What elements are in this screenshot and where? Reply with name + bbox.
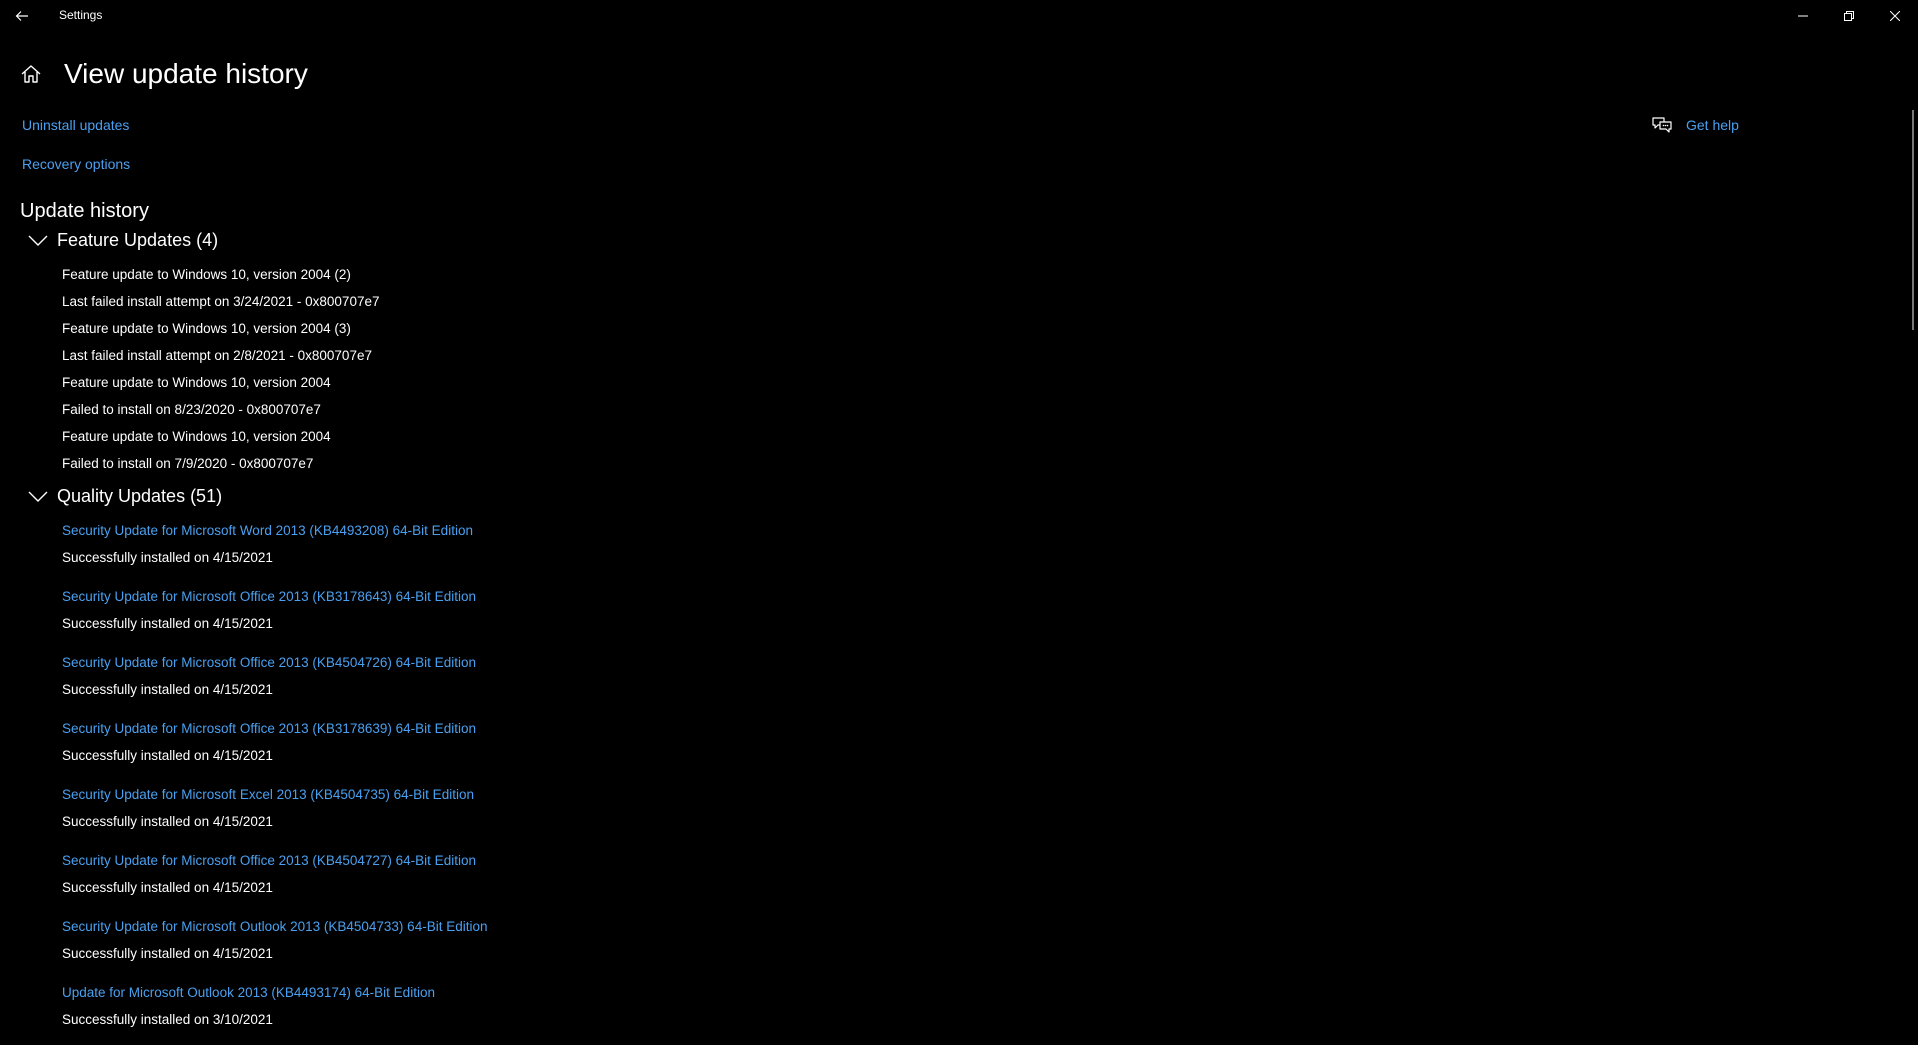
back-arrow-icon (15, 11, 28, 21)
list-item: Security Update for Microsoft Office 201… (62, 583, 487, 649)
feature-update-status: Failed to install on 8/23/2020 - 0x80070… (62, 402, 321, 417)
chevron-down-icon (28, 235, 48, 246)
scrollbar-thumb[interactable] (1912, 110, 1914, 330)
uninstall-updates-link[interactable]: Uninstall updates (22, 117, 129, 133)
minimize-button[interactable] (1780, 0, 1826, 32)
feature-update-name: Feature update to Windows 10, version 20… (62, 321, 351, 336)
get-help-link[interactable]: Get help (1686, 117, 1739, 133)
quality-update-link[interactable]: Security Update for Microsoft Office 201… (62, 649, 487, 676)
quality-update-link[interactable]: Security Update for Microsoft Office 201… (62, 583, 487, 610)
feature-update-status: Failed to install on 7/9/2020 - 0x800707… (62, 456, 314, 471)
feature-update-status: Last failed install attempt on 3/24/2021… (62, 294, 380, 309)
quality-update-link[interactable]: Update for Microsoft Outlook 2013 (KB449… (62, 979, 487, 1006)
quality-update-link[interactable]: Security Update for Microsoft Office 201… (62, 715, 487, 742)
close-button[interactable] (1872, 0, 1918, 32)
quality-update-status: Successfully installed on 4/15/2021 (62, 880, 273, 895)
close-icon (1890, 11, 1900, 21)
list-item: Update for Microsoft Outlook 2013 (KB449… (62, 979, 487, 1045)
quality-update-status: Successfully installed on 4/15/2021 (62, 814, 273, 829)
minimize-icon (1798, 15, 1808, 17)
feature-updates-header[interactable]: Feature Updates (4) (28, 230, 218, 251)
chevron-down-icon (28, 491, 48, 502)
app-title: Settings (59, 8, 103, 22)
feature-update-status: Last failed install attempt on 2/8/2021 … (62, 348, 372, 363)
chat-help-icon (1652, 117, 1672, 133)
get-help[interactable]: Get help (1652, 115, 1739, 135)
quality-update-status: Successfully installed on 4/15/2021 (62, 616, 273, 631)
quality-updates-header[interactable]: Quality Updates (51) (28, 486, 222, 507)
quality-update-link[interactable]: Security Update for Microsoft Word 2013 … (62, 517, 487, 544)
quality-update-status: Successfully installed on 4/15/2021 (62, 550, 273, 565)
home-button[interactable] (20, 62, 44, 86)
quality-update-status: Successfully installed on 4/15/2021 (62, 748, 273, 763)
feature-update-name: Feature update to Windows 10, version 20… (62, 267, 351, 282)
quality-updates-list: Security Update for Microsoft Word 2013 … (62, 517, 487, 1045)
page-header: View update history (20, 52, 308, 96)
quality-update-status: Successfully installed on 3/10/2021 (62, 1012, 273, 1027)
list-item: Security Update for Microsoft Excel 2013… (62, 781, 487, 847)
quality-updates-title: Quality Updates (51) (57, 486, 223, 506)
list-item: Security Update for Microsoft Word 2013 … (62, 517, 487, 583)
list-item: Security Update for Microsoft Outlook 20… (62, 913, 487, 979)
page-title: View update history (64, 58, 308, 89)
list-item: Security Update for Microsoft Office 201… (62, 649, 487, 715)
list-item: Security Update for Microsoft Office 201… (62, 715, 487, 781)
quality-update-link[interactable]: Security Update for Microsoft Excel 2013… (62, 781, 487, 808)
feature-updates-title: Feature Updates (4) (57, 230, 219, 250)
quality-update-status: Successfully installed on 4/15/2021 (62, 682, 273, 697)
feature-updates-list: Feature update to Windows 10, version 20… (62, 261, 379, 477)
restore-icon (1844, 11, 1854, 21)
section-title: Update history (20, 200, 149, 222)
title-bar: Settings (0, 0, 1918, 32)
feature-update-name: Feature update to Windows 10, version 20… (62, 375, 331, 390)
feature-update-name: Feature update to Windows 10, version 20… (62, 429, 331, 444)
quality-update-link[interactable]: Security Update for Microsoft Office 201… (62, 847, 487, 874)
restore-button[interactable] (1826, 0, 1872, 32)
quality-update-status: Successfully installed on 4/15/2021 (62, 946, 273, 961)
quality-update-link[interactable]: Security Update for Microsoft Outlook 20… (62, 913, 487, 940)
back-button[interactable] (8, 2, 36, 30)
recovery-options-link[interactable]: Recovery options (22, 156, 130, 172)
home-icon (21, 65, 41, 83)
list-item: Security Update for Microsoft Office 201… (62, 847, 487, 913)
